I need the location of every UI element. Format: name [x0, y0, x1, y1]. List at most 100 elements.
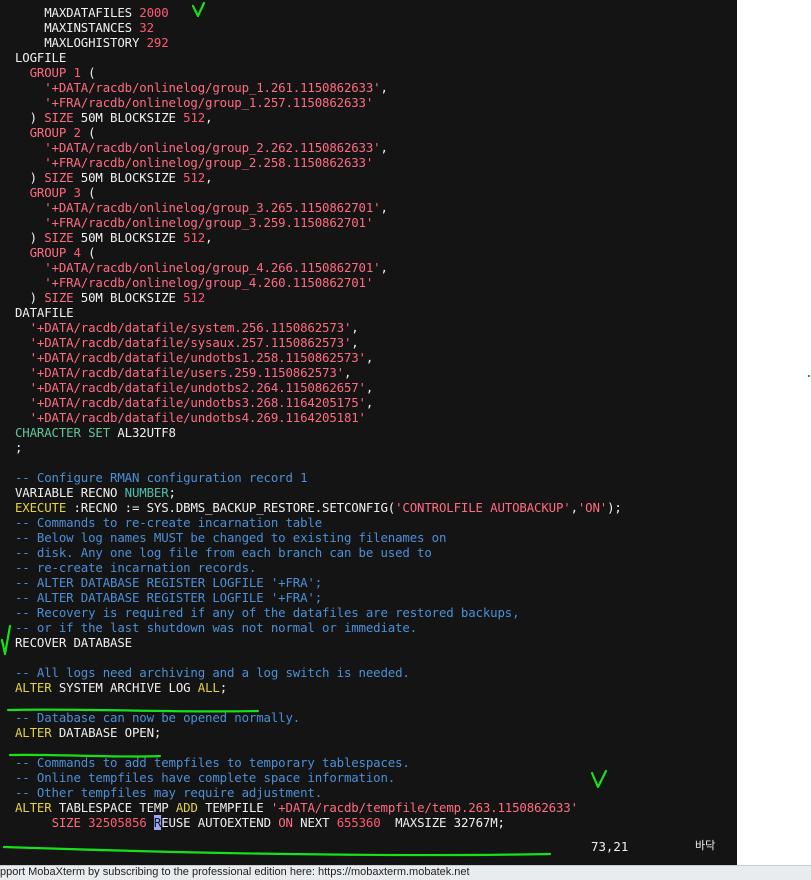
code-token: '+DATA/racdb/onlinelog/group_2.262.11508… — [15, 140, 381, 155]
code-token: GROUP — [15, 65, 74, 80]
code-token: DATAFILE — [15, 305, 74, 320]
code-token: :RECNO := SYS.DBMS_BACKUP_RESTORE.SETCON… — [66, 500, 396, 515]
code-line: -- Below log names MUST be changed to ex… — [15, 530, 622, 545]
code-token: , — [205, 170, 213, 185]
code-token: '+DATA/racdb/datafile/undotbs3.268.11642… — [15, 395, 366, 410]
code-line: MAXLOGHISTORY 292 — [15, 35, 622, 50]
code-token: 2000 — [139, 5, 169, 20]
code-token: SIZE — [44, 230, 74, 245]
code-token: ( — [80, 65, 96, 80]
code-line: ) SIZE 50M BLOCKSIZE 512, — [15, 110, 622, 125]
code-token: -- ALTER DATABASE REGISTER LOGFILE '+FRA… — [15, 575, 323, 590]
code-line: '+DATA/racdb/onlinelog/group_1.261.11508… — [15, 80, 622, 95]
code-token: ); — [607, 500, 622, 515]
code-token: '+DATA/racdb/datafile/system.256.1150862… — [15, 320, 352, 335]
code-token: 50M BLOCKSIZE — [73, 170, 184, 185]
code-line: ALTER TABLESPACE TEMP ADD TEMPFILE '+DAT… — [15, 800, 622, 815]
code-line: ALTER SYSTEM ARCHIVE LOG ALL; — [15, 680, 622, 695]
footer-message: pport MobaXterm by subscribing to the pr… — [0, 866, 315, 878]
code-token: NEXT — [292, 815, 337, 830]
code-line: LOGFILE — [15, 50, 622, 65]
code-token: ) — [15, 230, 45, 245]
code-line: '+DATA/racdb/onlinelog/group_2.262.11508… — [15, 140, 622, 155]
code-line: -- Recovery is required if any of the da… — [15, 605, 622, 620]
cursor-position: 73,21 — [591, 839, 629, 854]
code-token: , — [365, 395, 374, 410]
code-token: '+DATA/racdb/datafile/undotbs2.264.11508… — [15, 380, 366, 395]
mobaxterm-footer: pport MobaXterm by subscribing to the pr… — [0, 865, 811, 880]
editor-text[interactable]: MAXDATAFILES 2000 MAXINSTANCES 32 MAXLOG… — [15, 5, 622, 830]
code-token: 3 — [73, 185, 81, 200]
code-token: SIZE — [44, 170, 74, 185]
code-token: 512 — [183, 230, 206, 245]
code-token: SIZE — [44, 110, 74, 125]
code-token: -- ALTER DATABASE REGISTER LOGFILE '+FRA… — [15, 590, 323, 605]
code-token: , — [365, 380, 374, 395]
code-line: VARIABLE RECNO NUMBER; — [15, 485, 622, 500]
code-token: ( — [80, 125, 96, 140]
code-token: 655360 — [336, 815, 381, 830]
code-line: ) SIZE 50M BLOCKSIZE 512 — [15, 290, 622, 305]
code-line: '+DATA/racdb/onlinelog/group_4.266.11508… — [15, 260, 622, 275]
code-line: -- All logs need archiving and a log swi… — [15, 665, 622, 680]
code-token: GROUP — [15, 245, 74, 260]
code-token: NUMBER — [124, 485, 169, 500]
code-token: -- disk. Any one log file from each bran… — [15, 545, 432, 560]
code-token: ALTER — [15, 800, 52, 815]
code-token: 32505856 — [88, 815, 147, 830]
code-line: RECOVER DATABASE — [15, 635, 622, 650]
code-line: -- ALTER DATABASE REGISTER LOGFILE '+FRA… — [15, 590, 622, 605]
code-token: ; — [219, 680, 228, 695]
code-line: -- or if the last shutdown was not norma… — [15, 620, 622, 635]
code-token: GROUP — [15, 125, 74, 140]
code-token: -- Commands to add tempfiles to temporar… — [15, 755, 410, 770]
code-line: ) SIZE 50M BLOCKSIZE 512, — [15, 170, 622, 185]
code-token: 512 — [183, 170, 206, 185]
code-token: ) — [15, 290, 45, 305]
code-token: '+FRA/racdb/onlinelog/group_3.259.115086… — [15, 215, 374, 230]
code-token: ADD — [175, 800, 198, 815]
code-token: 50M BLOCKSIZE — [73, 230, 184, 245]
code-token: , — [365, 350, 374, 365]
code-token: ; — [15, 440, 23, 455]
code-token: '+FRA/racdb/onlinelog/group_4.260.115086… — [15, 275, 374, 290]
code-token: 292 — [146, 35, 169, 50]
code-line: SIZE 32505856 REUSE AUTOEXTEND ON NEXT 6… — [15, 815, 622, 830]
code-token: ALTER — [15, 725, 52, 740]
code-token: '+DATA/racdb/onlinelog/group_1.261.11508… — [15, 80, 381, 95]
code-line: ; — [15, 440, 622, 455]
code-token: 50M BLOCKSIZE — [73, 110, 184, 125]
code-line: '+DATA/racdb/datafile/undotbs1.258.11508… — [15, 350, 622, 365]
code-token: '+DATA/racdb/datafile/undotbs4.269.11642… — [15, 410, 366, 425]
code-token: '+FRA/racdb/onlinelog/group_2.258.115086… — [15, 155, 374, 170]
code-token: -- re-create incarnation records. — [15, 560, 257, 575]
code-line: '+DATA/racdb/datafile/undotbs4.269.11642… — [15, 410, 622, 425]
code-token: 4 — [73, 245, 81, 260]
code-token: '+DATA/racdb/datafile/users.259.11508625… — [15, 365, 344, 380]
code-token: -- Below log names MUST be changed to ex… — [15, 530, 447, 545]
code-token: , — [351, 335, 359, 350]
code-token: -- Other tempfiles may require adjustmen… — [15, 785, 323, 800]
code-line: -- Configure RMAN configuration record 1 — [15, 470, 622, 485]
mobaxterm-link[interactable]: https://mobaxterm.mobatek.net — [318, 866, 470, 878]
code-line: MAXINSTANCES 32 — [15, 20, 622, 35]
terminal-window[interactable]: MAXDATAFILES 2000 MAXINSTANCES 32 MAXLOG… — [0, 0, 737, 865]
code-line: '+DATA/racdb/datafile/undotbs3.268.11642… — [15, 395, 622, 410]
code-line: CHARACTER SET AL32UTF8 — [15, 425, 622, 440]
code-token: , — [380, 260, 388, 275]
code-line: '+DATA/racdb/datafile/sysaux.257.1150862… — [15, 335, 622, 350]
code-token: SYSTEM ARCHIVE LOG — [51, 680, 198, 695]
code-line: EXECUTE :RECNO := SYS.DBMS_BACKUP_RESTOR… — [15, 500, 622, 515]
code-line: DATAFILE — [15, 305, 622, 320]
code-token: -- Online tempfiles have complete space … — [15, 770, 396, 785]
code-token: EXECUTE — [15, 500, 67, 515]
code-token: -- Configure RMAN configuration record 1 — [15, 470, 308, 485]
code-token: -- Database can now be opened normally. — [15, 710, 301, 725]
code-token: ) — [15, 110, 45, 125]
code-line: MAXDATAFILES 2000 — [15, 5, 622, 20]
code-line: '+DATA/racdb/onlinelog/group_3.265.11508… — [15, 200, 622, 215]
code-line: -- Other tempfiles may require adjustmen… — [15, 785, 622, 800]
